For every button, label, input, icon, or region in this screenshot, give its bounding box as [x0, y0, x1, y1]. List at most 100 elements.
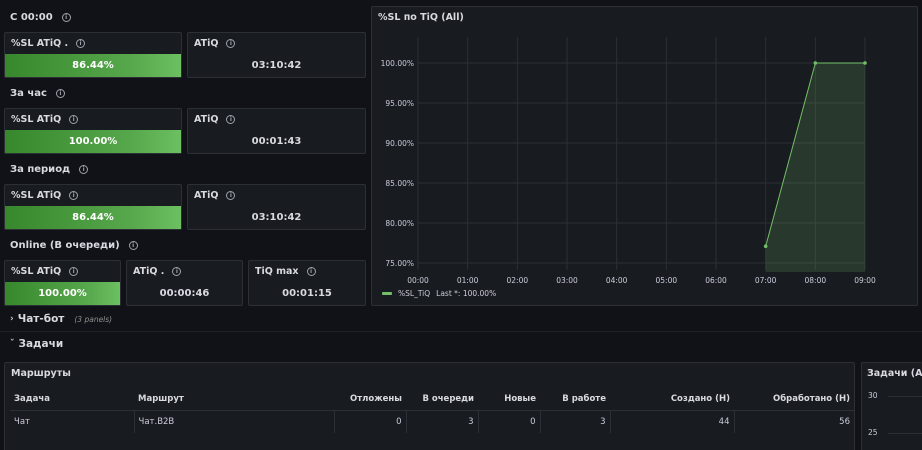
x-tick-label: 09:00: [854, 276, 876, 285]
row-title-last-hour: За час i: [10, 88, 65, 99]
y-tick-label: 75.00%: [385, 259, 414, 268]
stat-panel-sl-r4[interactable]: %SL ATiQ i 100.00%: [4, 260, 121, 306]
tasks-panel-title: Задачи (All): [867, 368, 922, 379]
sl-tiq-chart-panel[interactable]: %SL по TiQ (All) 75.00% 80.00% 85.00% 90.00…: [371, 6, 918, 306]
x-tick-label: 01:00: [457, 276, 479, 285]
column-header-created[interactable]: Создано (Н): [610, 389, 734, 411]
panel-title: ATiQ: [194, 38, 219, 49]
stat-value: 00:00:46: [159, 288, 210, 299]
series-area: [765, 63, 865, 272]
column-header-route[interactable]: Маршрут: [134, 389, 334, 411]
x-tick-label: 08:00: [805, 276, 827, 285]
legend-swatch: [382, 292, 392, 295]
info-icon[interactable]: i: [69, 191, 79, 200]
x-tick-label: 06:00: [705, 276, 727, 285]
info-icon[interactable]: i: [61, 13, 71, 22]
routes-table: Задача Маршрут Отложены В очереди Новые …: [10, 389, 854, 433]
row-title-since-midnight: С 00:00 i: [10, 12, 71, 23]
info-icon[interactable]: i: [306, 267, 316, 276]
row-tasks-expanded[interactable]: ˇ Задачи: [10, 338, 63, 350]
divider: [0, 331, 922, 332]
cell-in-queue: 3: [406, 410, 479, 433]
data-point: [863, 61, 867, 65]
stat-panel-sl-r2[interactable]: %SL ATiQ i 100.00%: [4, 108, 182, 154]
chevron-right-icon: ›: [10, 314, 14, 324]
info-icon[interactable]: i: [69, 267, 79, 276]
info-icon[interactable]: i: [55, 89, 65, 98]
routes-panel-title: Маршруты: [11, 368, 71, 379]
panel-title: ATiQ .: [133, 266, 165, 277]
tasks-chart-panel[interactable]: Задачи (All) 30 25: [861, 362, 922, 450]
stat-value: 00:01:15: [282, 288, 332, 299]
stat-panel-atiq-r3[interactable]: ATiQ i 03:10:42: [187, 184, 366, 230]
info-icon[interactable]: i: [172, 267, 182, 276]
routes-table-panel[interactable]: Маршруты Задача Маршрут Отложены В очере…: [4, 362, 855, 450]
data-point: [813, 61, 818, 65]
cell-processed: 56: [839, 416, 850, 427]
column-header-in-queue[interactable]: В очереди: [406, 389, 478, 411]
panel-title: %SL ATiQ: [11, 190, 62, 201]
x-tick-label: 05:00: [656, 276, 678, 285]
stat-panel-atiq-r1[interactable]: ATiQ i 03:10:42: [187, 32, 366, 78]
column-header-processed[interactable]: Обработано (Н): [734, 389, 854, 411]
x-tick-label: 07:00: [755, 276, 777, 285]
y-tick-label: 85.00%: [385, 179, 414, 188]
y-tick-label: 80.00%: [385, 219, 414, 228]
info-icon[interactable]: i: [69, 115, 79, 124]
cell-new: 0: [478, 410, 541, 433]
tasks-y-tick: 25: [868, 428, 878, 437]
legend-last-value: Last *: 100.00%: [436, 289, 497, 298]
stat-panel-sl-r3[interactable]: %SL ATiQ i 86.44%: [4, 184, 182, 230]
grid-line: [888, 433, 922, 434]
chevron-down-icon: ˇ: [10, 339, 15, 349]
info-icon[interactable]: i: [76, 39, 86, 48]
legend-series-name: %SL_TiQ: [398, 289, 431, 298]
panel-title: ATiQ: [194, 190, 219, 201]
column-header-task[interactable]: Задача: [10, 389, 134, 411]
column-header-in-progress[interactable]: В работе: [540, 389, 610, 411]
stat-value: 03:10:42: [251, 212, 302, 223]
row-title-online: Online (В очереди) i: [10, 240, 138, 251]
stat-panel-sl-r1[interactable]: %SL ATiQ . i 86.44%: [4, 32, 182, 78]
data-point: [763, 244, 768, 248]
row-chatbot-collapsed[interactable]: › Чат-бот (3 panels): [10, 313, 112, 325]
cell-deferred: 0: [334, 410, 407, 433]
stat-value: 100.00%: [5, 130, 181, 153]
cell-route: Чат.B2B: [134, 410, 335, 433]
y-tick-label: 95.00%: [385, 99, 414, 108]
info-icon[interactable]: i: [79, 165, 89, 174]
x-tick-label: 02:00: [507, 276, 529, 285]
column-header-new[interactable]: Новые: [478, 389, 540, 411]
stat-panel-tiq-max-r4[interactable]: TiQ max i 00:01:15: [248, 260, 366, 306]
info-icon[interactable]: i: [226, 191, 236, 200]
panel-title: TiQ max: [255, 266, 299, 277]
info-icon[interactable]: i: [226, 39, 236, 48]
panel-title: %SL ATiQ: [11, 266, 62, 277]
stat-value: 03:10:42: [251, 60, 302, 71]
grid-line: [888, 396, 922, 397]
y-tick-label: 90.00%: [385, 139, 414, 148]
stat-value: 86.44%: [5, 206, 181, 229]
tasks-y-tick: 30: [868, 391, 878, 400]
panel-count: (3 panels): [74, 314, 113, 324]
stat-value: 00:01:43: [251, 136, 302, 147]
panel-title: ATiQ: [194, 114, 219, 125]
stat-value: 86.44%: [5, 54, 181, 77]
cell-created: 44: [610, 410, 735, 433]
cell-in-progress: 3: [540, 410, 611, 433]
stat-panel-atiq-r2[interactable]: ATiQ i 00:01:43: [187, 108, 366, 154]
info-icon[interactable]: i: [226, 115, 236, 124]
info-icon[interactable]: i: [128, 241, 138, 250]
stat-panel-atiq-r4[interactable]: ATiQ . i 00:00:46: [126, 260, 243, 306]
sl-tiq-chart[interactable]: 75.00% 80.00% 85.00% 90.00% 95.00% 100.00% 00:…: [372, 7, 917, 305]
chart-legend[interactable]: %SL_TiQ Last *: 100.00%: [382, 289, 496, 298]
y-tick-label: 100.00%: [381, 59, 414, 68]
column-header-deferred[interactable]: Отложены: [334, 389, 406, 411]
x-tick-label: 03:00: [556, 276, 578, 285]
x-tick-label: 00:00: [407, 276, 429, 285]
panel-title: %SL ATiQ: [11, 114, 62, 125]
panel-title: %SL ATiQ .: [11, 38, 69, 49]
stat-value: 100.00%: [5, 282, 120, 305]
cell-task: Чат: [10, 410, 135, 433]
table-row[interactable]: Чат Чат.B2B 0 3 0 3 44 56: [10, 410, 854, 433]
